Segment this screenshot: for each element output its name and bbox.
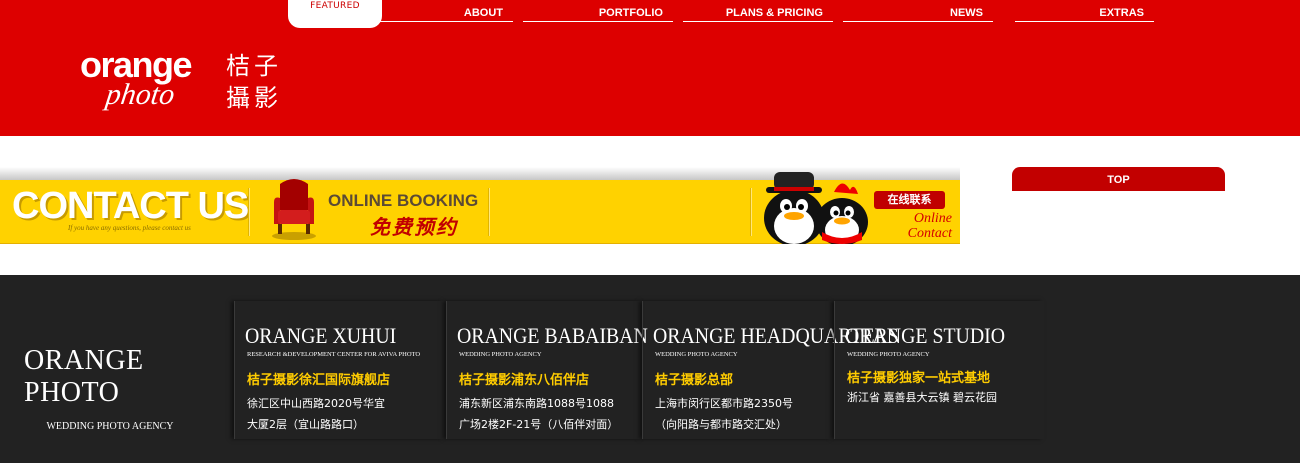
store-subtitle: WEDDING PHOTO AGENCY: [459, 351, 542, 358]
logo-chinese-line1: 桔子: [226, 52, 282, 80]
nav-plans-pricing-label: PLANS & PRICING: [725, 7, 823, 19]
nav-plans-pricing[interactable]: PLANS & PRICING: [683, 6, 833, 22]
nav-portfolio[interactable]: PORTFOLIO: [523, 6, 673, 22]
nav-portfolio-label: PORTFOLIO: [598, 7, 663, 19]
banner-divider: [750, 188, 751, 236]
online-contact-link[interactable]: Online Contact: [882, 211, 952, 241]
store-title: ORANGE STUDIO: [845, 323, 1006, 348]
nav-news[interactable]: NEWS: [843, 6, 993, 22]
logo-script: photo: [103, 78, 177, 111]
featured-label: FEATURED: [310, 1, 360, 11]
logo-chinese-line2: 攝影: [226, 84, 282, 112]
contact-us-subtitle: If you have any questions, please contac…: [68, 224, 191, 232]
nav-extras[interactable]: EXTRAS: [1015, 6, 1154, 22]
nav-news-label: NEWS: [950, 7, 983, 19]
online-contact-badge[interactable]: 在线联系: [874, 191, 945, 209]
back-to-top-button[interactable]: TOP: [1012, 167, 1225, 191]
online-contact-line1: Online: [913, 211, 952, 226]
store-address: 浦东新区浦东南路1088号1088 广场2楼2F-21号（八佰伴对面）: [459, 397, 619, 431]
contact-banner[interactable]: CONTACT US If you have any questions, pl…: [0, 172, 960, 244]
footer-brand-subtitle: WEDDING PHOTO AGENCY: [46, 421, 174, 432]
store-column-headquarters: ORANGE HEADQUARTERS WEDDING PHOTO AGENCY…: [642, 301, 899, 439]
logo[interactable]: orange photo 桔子 攝影: [80, 44, 290, 120]
banner-divider: [488, 188, 489, 236]
store-chinese-name: 桔子摄影徐汇国际旗舰店: [247, 373, 391, 388]
store-title: ORANGE XUHUI: [245, 323, 397, 348]
footer: ORANGE PHOTO WEDDING PHOTO AGENCY ORANGE…: [0, 275, 1300, 463]
store-subtitle: WEDDING PHOTO AGENCY: [847, 351, 930, 358]
contact-us-heading: CONTACT US: [12, 185, 249, 227]
store-title: ORANGE BABAIBAN: [457, 323, 648, 348]
store-column-babaiban: ORANGE BABAIBAN WEDDING PHOTO AGENCY 桔子摄…: [446, 301, 648, 439]
store-subtitle: RESEARCH &DEVELOPMENT CENTER FOR AVIVA P…: [247, 351, 421, 358]
footer-brand-name: ORANGE PHOTO: [24, 345, 144, 408]
banner-divider: [248, 188, 249, 236]
online-contact-line2: Contact: [907, 226, 952, 241]
qq-penguins-icon: [764, 172, 868, 244]
store-address: 徐汇区中山西路2020号华宜 大厦2层（宜山路路口）: [247, 397, 385, 431]
header: FEATURED ABOUT PORTFOLIO PLANS & PRICING…: [0, 0, 1300, 136]
armchair-icon: [272, 179, 316, 240]
store-address: 浙江省 嘉善县大云镇 碧云花园: [847, 391, 997, 404]
store-column-studio: ORANGE STUDIO WEDDING PHOTO AGENCY 桔子摄影独…: [834, 301, 1044, 439]
store-address: 上海市闵行区都市路2350号 （向阳路与都市路交汇处）: [655, 397, 793, 431]
logo-chinese: 桔子 攝影: [226, 50, 290, 114]
store-chinese-name: 桔子摄影浦东八佰伴店: [459, 373, 590, 388]
free-booking-label: 免费预约: [370, 215, 458, 239]
featured-tab[interactable]: FEATURED: [288, 0, 382, 28]
store-column-xuhui: ORANGE XUHUI RESEARCH &DEVELOPMENT CENTE…: [234, 301, 444, 439]
online-booking-label: ONLINE BOOKING: [328, 191, 479, 210]
store-chinese-name: 桔子摄影总部: [655, 373, 734, 388]
nav-about[interactable]: ABOUT: [378, 6, 513, 22]
store-chinese-name: 桔子摄影独家一站式基地: [847, 371, 991, 386]
store-subtitle: WEDDING PHOTO AGENCY: [655, 351, 738, 358]
footer-brand: ORANGE PHOTO WEDDING PHOTO AGENCY: [24, 345, 224, 432]
nav-about-label: ABOUT: [463, 7, 503, 19]
nav-extras-label: EXTRAS: [1099, 7, 1144, 19]
